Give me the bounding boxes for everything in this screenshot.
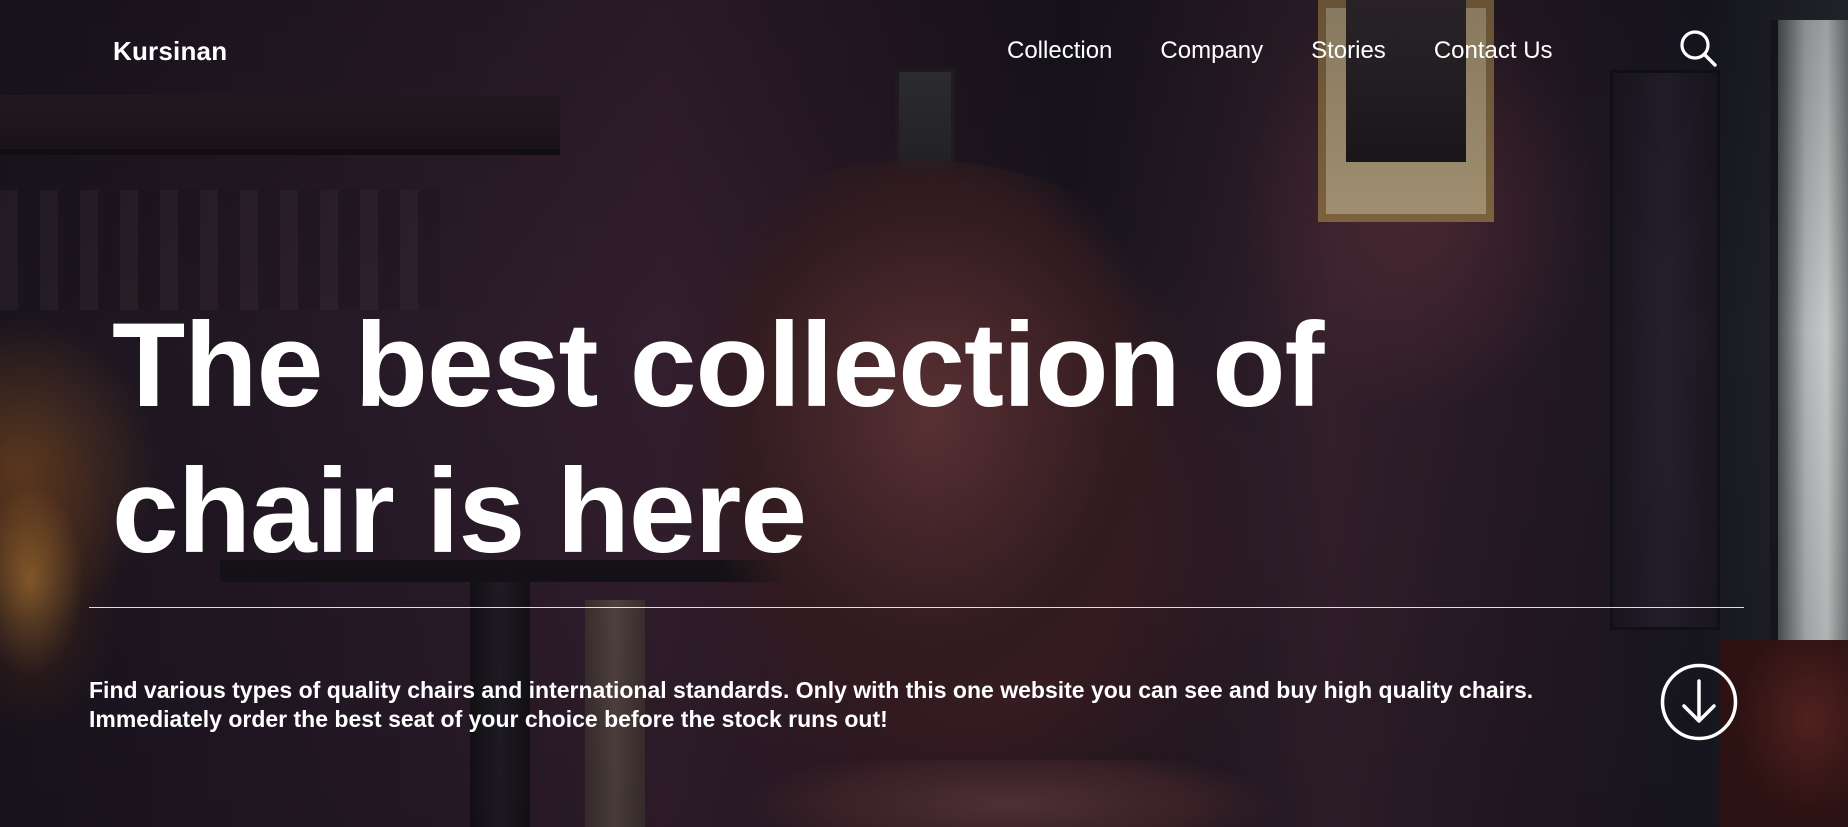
red-armchair	[1720, 640, 1848, 827]
window	[1770, 20, 1848, 660]
hero-description-line-2: Immediately order the best seat of your …	[89, 706, 888, 732]
wall-portrait-frame	[1318, 0, 1494, 222]
search-icon	[1680, 30, 1717, 67]
hero-description-line-1: Find various types of quality chairs and…	[89, 677, 1534, 703]
nav-item-stories[interactable]: Stories	[1311, 37, 1386, 65]
nav-item-collection[interactable]: Collection	[1007, 37, 1112, 65]
nav-item-company[interactable]: Company	[1160, 37, 1263, 65]
brand-logo[interactable]: Kursinan	[113, 36, 227, 67]
arrow-down-circle-icon	[1660, 663, 1738, 741]
hero-headline-line-1: The best collection of	[112, 298, 1324, 432]
fireplace-mantel	[0, 95, 560, 155]
hero-section: Kursinan Collection Company Stories Cont…	[0, 0, 1848, 827]
scroll-down-button[interactable]	[1659, 662, 1739, 742]
wooden-door	[1610, 70, 1720, 630]
divider	[89, 607, 1744, 608]
nav-item-contact-us[interactable]: Contact Us	[1434, 37, 1553, 65]
search-button[interactable]	[1678, 28, 1718, 68]
hero-headline-line-2: chair is here	[112, 444, 807, 578]
chair-seat	[740, 760, 1280, 827]
wall-painting-small	[895, 68, 955, 233]
hero-headline: The best collection of chair is here	[112, 292, 1512, 584]
main-nav: Collection Company Stories Contact Us	[1007, 37, 1553, 65]
hero-description: Find various types of quality chairs and…	[89, 676, 1649, 734]
wall-portrait	[1346, 0, 1466, 162]
